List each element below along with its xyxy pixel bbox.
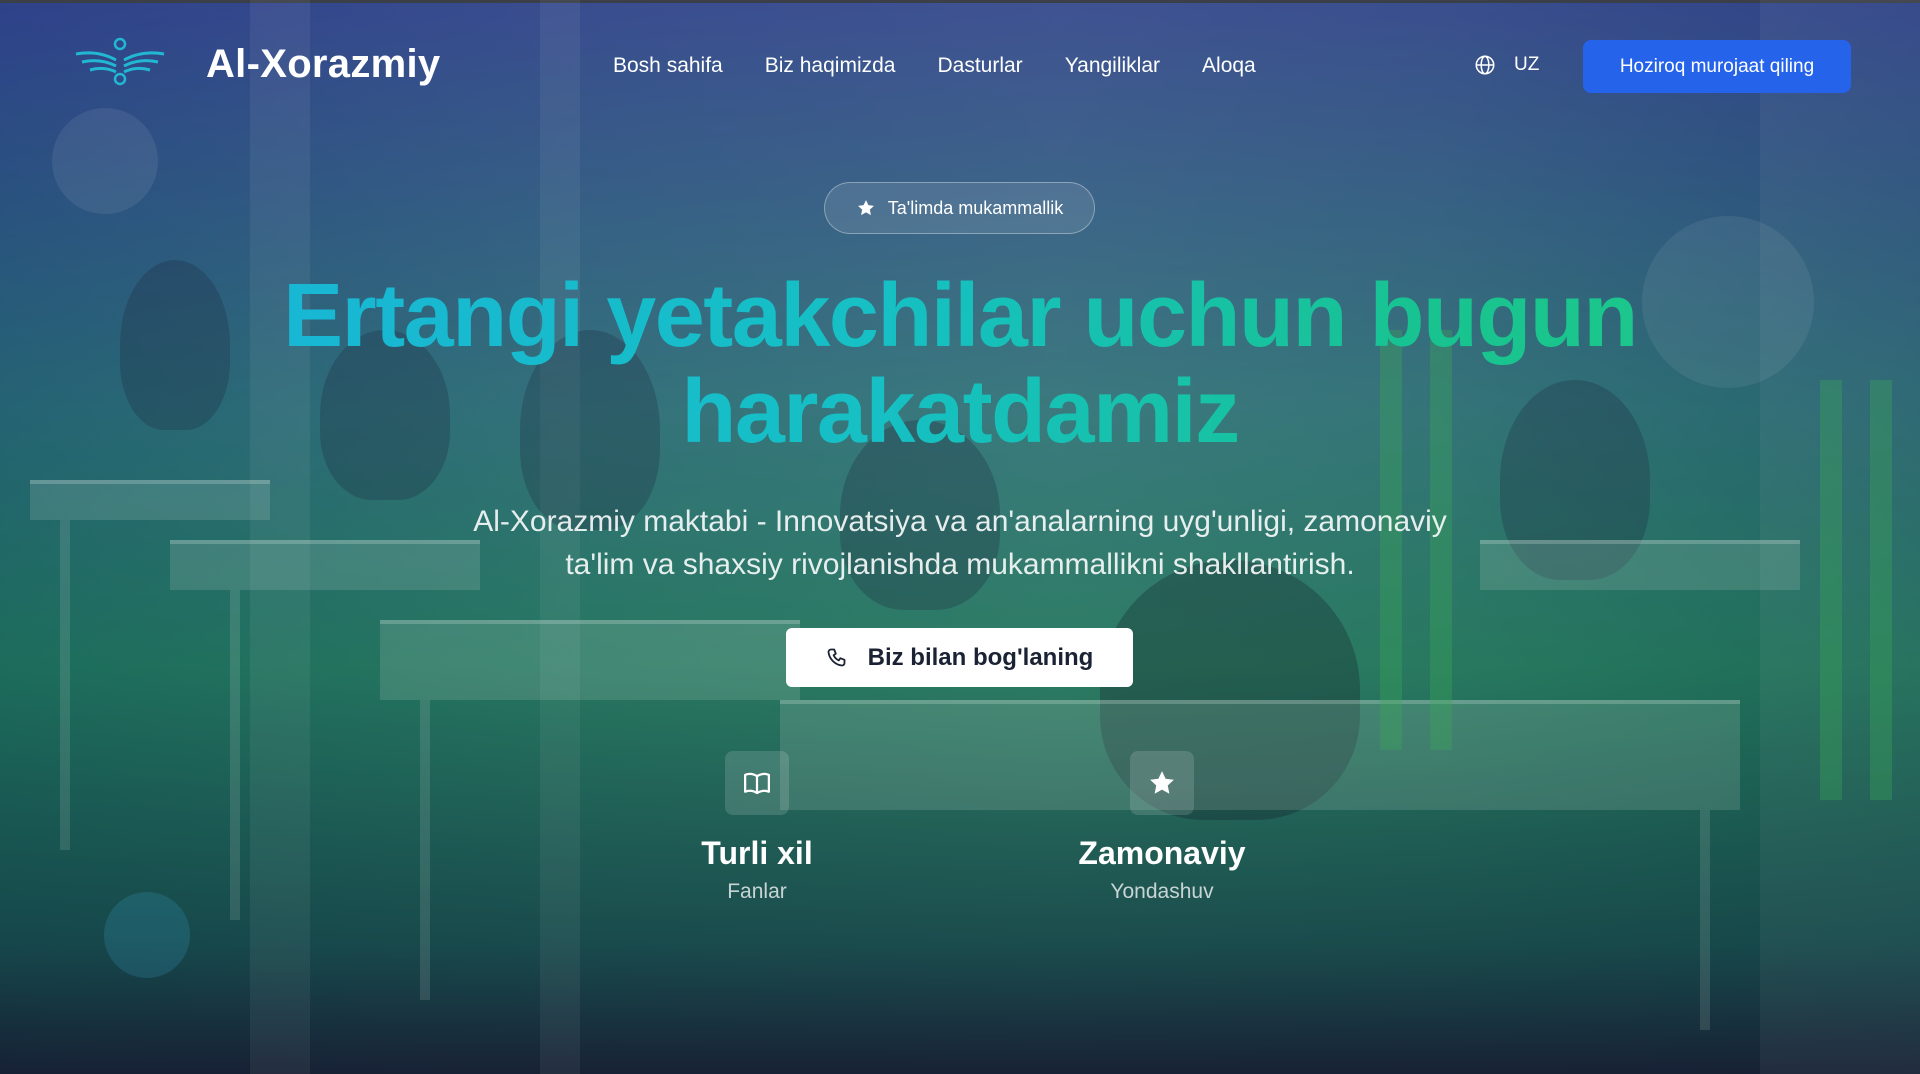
hero-subtitle-line2: ta'lim va shaxsiy rivojlanishda mukammal…	[565, 548, 1355, 581]
feature-title: Zamonaviy	[1078, 835, 1246, 871]
brand-name[interactable]: Al-Xorazmiy	[206, 42, 440, 87]
star-icon	[1150, 771, 1174, 794]
decorative-circle	[104, 892, 190, 978]
apply-now-button[interactable]: Hoziroq murojaat qiling	[1583, 40, 1851, 93]
star-icon	[857, 200, 874, 216]
contact-us-button[interactable]: Biz bilan bog'laning	[786, 628, 1133, 687]
feature-approach: Zamonaviy Yondashuv	[1042, 751, 1282, 904]
language-code: UZ	[1514, 54, 1540, 75]
excellence-badge: Ta'limda mukammallik	[824, 182, 1095, 234]
hero-subtitle: Al-Xorazmiy maktabi - Innovatsiya va an'…	[360, 500, 1560, 586]
phone-icon	[827, 648, 846, 666]
feature-subtitle: Yondashuv	[1110, 880, 1214, 903]
contact-us-label: Biz bilan bog'laning	[867, 643, 1094, 671]
nav-link-news[interactable]: Yangiliklar	[1065, 54, 1160, 78]
main-nav: Bosh sahifa Biz haqimizda Dasturlar Yang…	[613, 54, 1298, 78]
nav-link-about[interactable]: Biz haqimizda	[765, 54, 896, 78]
feature-icon-box	[1130, 751, 1194, 815]
hero-headline-line1: Ertangi yetakchilar uchun bugun	[283, 266, 1637, 366]
nav-link-contact[interactable]: Aloqa	[1202, 54, 1256, 78]
globe-icon	[1475, 55, 1495, 75]
hero-headline-line2: harakatdamiz	[681, 362, 1239, 462]
feature-subjects: Turli xil Fanlar	[637, 751, 877, 904]
feature-subtitle: Fanlar	[727, 880, 787, 903]
nav-link-home[interactable]: Bosh sahifa	[613, 54, 723, 78]
feature-icon-box	[725, 751, 789, 815]
hero-subtitle-line1: Al-Xorazmiy maktabi - Innovatsiya va an'…	[473, 505, 1447, 538]
hero-section: Al-Xorazmiy Bosh sahifa Biz haqimizda Da…	[0, 0, 1920, 1074]
book-icon	[744, 772, 770, 795]
site-header: Al-Xorazmiy Bosh sahifa Biz haqimizda Da…	[0, 0, 1920, 134]
language-switcher[interactable]: UZ	[1474, 54, 1539, 76]
logo-icon[interactable]	[72, 36, 168, 92]
hero-headline: Ertangi yetakchilar uchun bugun harakatd…	[160, 268, 1760, 460]
feature-title: Turli xil	[701, 835, 813, 871]
badge-label: Ta'limda mukammallik	[887, 197, 1064, 218]
nav-link-programs[interactable]: Dasturlar	[937, 54, 1022, 78]
